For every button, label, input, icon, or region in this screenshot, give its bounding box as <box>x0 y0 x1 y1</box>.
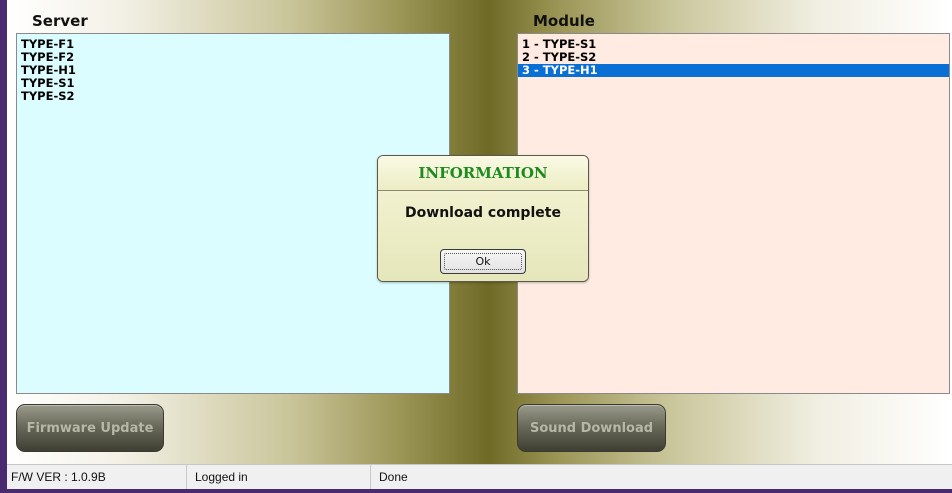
server-list-item[interactable]: TYPE-F2 <box>17 51 449 64</box>
server-list-item[interactable]: TYPE-F1 <box>17 38 449 51</box>
server-list-item[interactable]: TYPE-H1 <box>17 64 449 77</box>
sound-download-button[interactable]: Sound Download <box>517 404 666 452</box>
status-message: Done <box>379 470 408 484</box>
module-panel-title: Module <box>533 12 595 30</box>
module-list-item-selected[interactable]: 3 - TYPE-H1 <box>518 64 949 77</box>
firmware-version: F/W VER : 1.0.9B <box>7 465 187 489</box>
status-bar: F/W VER : 1.0.9B Logged in Done <box>7 464 952 489</box>
information-dialog: INFORMATION Download complete Ok <box>377 155 589 282</box>
server-list-item[interactable]: TYPE-S1 <box>17 77 449 90</box>
dialog-message: Download complete <box>405 205 561 221</box>
server-panel-title: Server <box>32 12 88 30</box>
login-status: Logged in <box>187 465 371 489</box>
firmware-update-button[interactable]: Firmware Update <box>16 404 164 452</box>
window-border-bottom <box>0 489 952 493</box>
server-list-item[interactable]: TYPE-S2 <box>17 90 449 103</box>
window-border-left <box>0 0 7 493</box>
dialog-body: Download complete Ok <box>378 191 588 281</box>
ok-button[interactable]: Ok <box>440 249 526 274</box>
dialog-title: INFORMATION <box>378 156 588 191</box>
focus-ring <box>444 253 522 270</box>
main-window: Server TYPE-F1 TYPE-F2 TYPE-H1 TYPE-S1 T… <box>0 0 952 493</box>
